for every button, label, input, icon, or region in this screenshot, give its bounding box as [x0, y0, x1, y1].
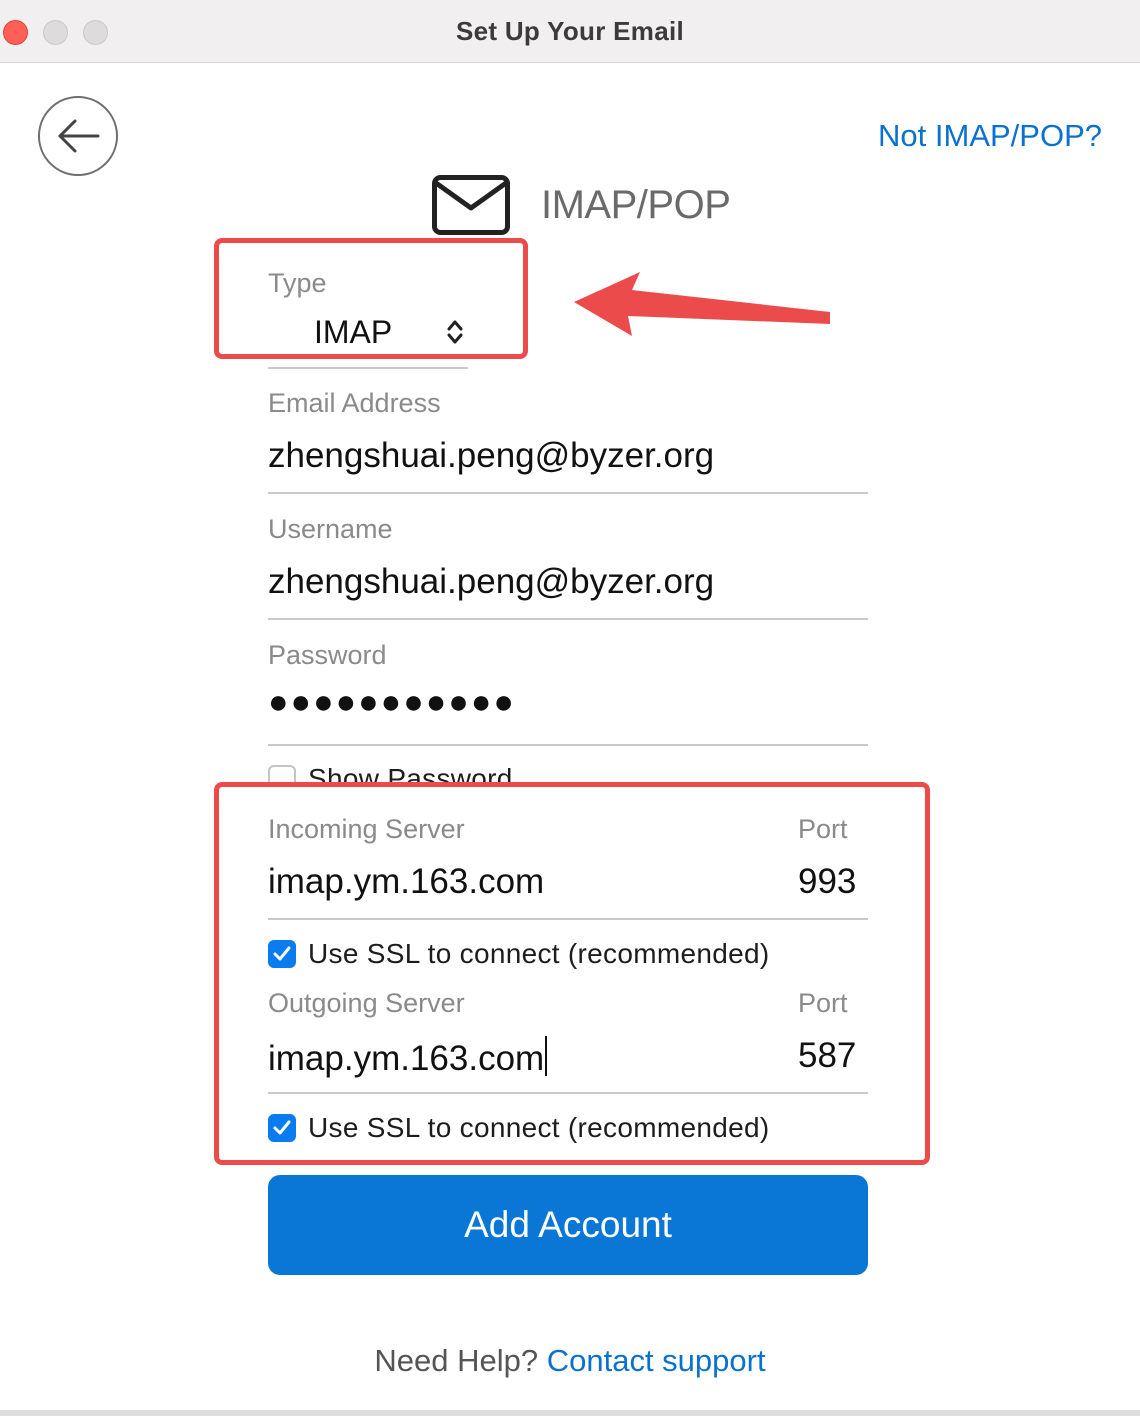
- username-divider: [268, 618, 868, 620]
- email-divider: [268, 492, 868, 494]
- back-button[interactable]: [38, 96, 118, 176]
- envelope-icon: [432, 175, 510, 235]
- password-field[interactable]: ●●●●●●●●●●●: [268, 683, 516, 722]
- add-account-button[interactable]: Add Account: [268, 1175, 868, 1275]
- arrow-left-icon: [58, 119, 100, 153]
- window-title: Set Up Your Email: [455, 16, 685, 46]
- protocol-title: IMAP/POP: [541, 183, 731, 227]
- username-label: Username: [268, 514, 393, 544]
- annotation-box-type: [214, 238, 528, 359]
- annotation-box-servers: [214, 782, 930, 1165]
- title-bar: Set Up Your Email: [0, 0, 1140, 63]
- password-divider: [268, 744, 868, 746]
- password-label: Password: [268, 640, 387, 670]
- contact-support-link[interactable]: Contact support: [547, 1343, 766, 1378]
- not-imap-pop-link[interactable]: Not IMAP/POP?: [878, 118, 1102, 154]
- window-bottom-edge: [0, 1410, 1140, 1416]
- annotation-arrow-icon: [574, 272, 830, 336]
- email-label: Email Address: [268, 388, 441, 418]
- help-text: Need Help?: [374, 1343, 539, 1378]
- email-field[interactable]: zhengshuai.peng@byzer.org: [268, 436, 714, 476]
- help-footer: Need Help? Contact support: [0, 1343, 1140, 1379]
- type-divider: [268, 367, 468, 369]
- username-field[interactable]: zhengshuai.peng@byzer.org: [268, 562, 714, 602]
